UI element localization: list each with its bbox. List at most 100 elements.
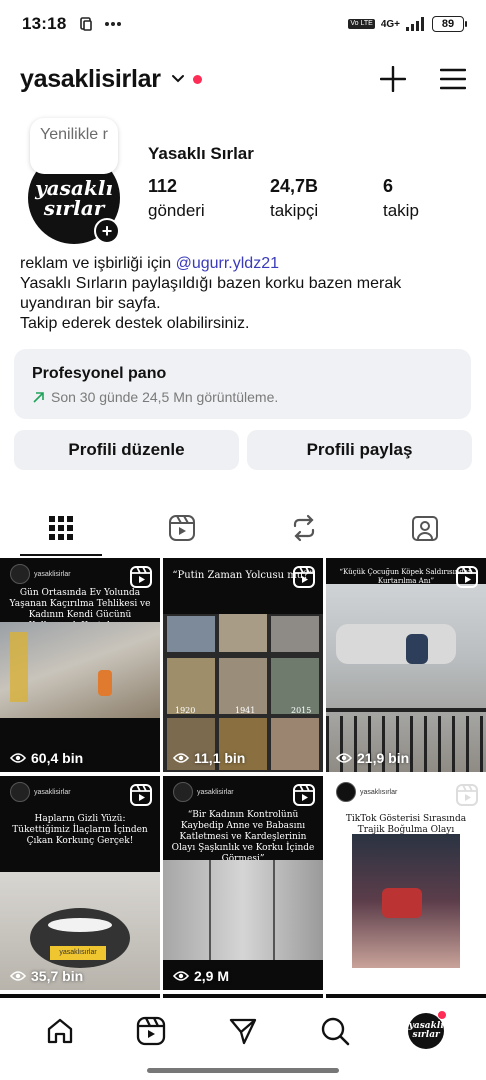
reposts-icon: [293, 514, 314, 542]
notification-dot: [192, 74, 202, 84]
views-count: 35,7 bin: [31, 968, 84, 984]
reels-badge-icon: [456, 784, 478, 806]
menu-icon[interactable]: [440, 68, 466, 90]
avatar-logo-text: sırlar: [43, 196, 105, 220]
avatar-logo-text: sırlar: [412, 1030, 440, 1040]
grid-post[interactable]: “Küçük Çocuğun Köpek Saldırısından Kurta…: [326, 558, 486, 772]
grid-post[interactable]: [326, 994, 486, 998]
post-year-label: 2015: [291, 706, 312, 715]
post-account-name: yasaklısırlar: [360, 788, 398, 796]
views-count: 21,9 bin: [357, 750, 410, 766]
reels-badge-icon: [130, 784, 152, 806]
stat-label: takipçi: [270, 201, 319, 220]
tab-grid[interactable]: [0, 500, 122, 556]
reels-icon: [169, 515, 196, 541]
tab-tagged[interactable]: [365, 500, 486, 556]
nav-profile[interactable]: yasaklı sırlar: [401, 1006, 451, 1056]
post-caption: TikTok Gösterisi Sırasında Trajik Boğulm…: [345, 814, 467, 835]
profile-header: yasaklisirlar: [0, 54, 486, 104]
nav-reels[interactable]: [126, 1006, 176, 1056]
reels-badge-icon: [293, 784, 315, 806]
dashboard-title: Profesyonel pano: [32, 365, 167, 382]
tab-reels[interactable]: [122, 500, 244, 556]
trend-up-icon: [33, 391, 44, 403]
post-account-name: yasaklisirlar: [34, 788, 71, 796]
post-image: 1920 1941 2015: [163, 614, 323, 772]
create-plus-icon[interactable]: [380, 66, 406, 92]
grid-post[interactable]: yasaklisirlar Gün Ortasında Ev Yolunda Y…: [0, 558, 160, 772]
add-story-button[interactable]: +: [94, 218, 120, 244]
professional-dashboard[interactable]: Profesyonel pano Son 30 günde 24,5 Mn gö…: [14, 349, 471, 419]
post-image: [352, 834, 460, 968]
grid-post[interactable]: yasaklısırlar TikTok Gösterisi Sırasında…: [326, 776, 486, 990]
chevron-down-icon[interactable]: [171, 72, 185, 86]
stat-number: 6: [383, 176, 394, 196]
nav-direct[interactable]: [218, 1006, 268, 1056]
grid-post[interactable]: yasaklisirlar “Bir Kadının Kontrolünü Ka…: [163, 776, 323, 990]
reels-badge-icon: [130, 566, 152, 588]
profile-tabs: [0, 500, 486, 556]
bio: reklam ve işbirliği için @ugurr.yldz21 Y…: [20, 254, 470, 334]
signal-icon: [406, 17, 424, 31]
gesture-bar[interactable]: [147, 1068, 339, 1073]
post-account-name: yasaklisirlar: [197, 788, 234, 796]
bio-text: Takip ederek destek olabilirsiniz.: [20, 315, 250, 332]
send-icon: [229, 1018, 257, 1045]
views-count: 60,4 bin: [31, 750, 84, 766]
note-bubble[interactable]: Yenilikle r: [30, 118, 118, 174]
post-caption: Hapların Gizli Yüzü: Tükettiğimiz İlaçla…: [12, 814, 148, 846]
post-account-name: yasaklisirlar: [34, 570, 71, 578]
screenshot-icon: [80, 17, 93, 31]
edit-profile-button[interactable]: Profili düzenle: [14, 430, 239, 470]
views-eye-icon: [10, 971, 26, 981]
status-bar: 13:18 Vo LTE 4G+ 89: [0, 0, 486, 48]
share-profile-button[interactable]: Profili paylaş: [247, 430, 472, 470]
stat-number: 112: [148, 176, 178, 196]
post-year-label: 1941: [235, 706, 256, 715]
nav-search[interactable]: [310, 1006, 360, 1056]
stat-followers[interactable]: 24,7B takipçi: [270, 176, 318, 221]
search-icon: [321, 1017, 349, 1046]
post-watermark: yasaklısırlar: [50, 946, 106, 960]
bio-mention-link[interactable]: @ugurr.yldz21: [176, 255, 279, 272]
tab-reposts[interactable]: [243, 500, 365, 556]
post-account-avatar: [10, 564, 30, 584]
post-account-avatar: [336, 782, 356, 802]
nav-home[interactable]: [35, 1006, 85, 1056]
post-views: 2,9 M: [173, 968, 229, 984]
stat-number: 24,7B: [270, 176, 319, 196]
views-eye-icon: [173, 753, 189, 763]
grid-post[interactable]: yasaklisirlar Hapların Gizli Yüzü: Tüket…: [0, 776, 160, 990]
volte-icon: Vo LTE: [348, 19, 375, 29]
stat-label: gönderi: [148, 201, 205, 220]
more-icon: [105, 22, 122, 26]
post-views: 11,1 bin: [173, 750, 245, 766]
posts-grid: yasaklisirlar Gün Ortasında Ev Yolunda Y…: [0, 558, 486, 998]
post-image: [0, 622, 160, 718]
bio-text: reklam ve işbirliği için: [20, 255, 176, 272]
stat-label: takip: [383, 201, 419, 220]
post-views: 35,7 bin: [10, 968, 83, 984]
views-eye-icon: [10, 753, 26, 763]
username-title[interactable]: yasaklisirlar: [20, 65, 161, 94]
reels-badge-icon: [456, 566, 478, 588]
grid-post[interactable]: “Putin Zaman Yolcusu mu?” 1920 1941 2015…: [163, 558, 323, 772]
notification-dot: [437, 1010, 448, 1020]
views-eye-icon: [336, 753, 352, 763]
grid-post[interactable]: [163, 994, 323, 998]
grid-icon: [48, 516, 73, 540]
post-views: 60,4 bin: [10, 750, 83, 766]
avatar-logo-text: yasaklı: [35, 176, 113, 200]
battery-icon: 89: [432, 16, 467, 32]
stat-posts[interactable]: 112 gönderi: [148, 176, 205, 221]
tagged-icon: [412, 516, 439, 541]
views-eye-icon: [173, 971, 189, 981]
status-time: 13:18: [22, 14, 67, 33]
views-count: 2,9 M: [194, 968, 230, 984]
post-year-label: 1920: [175, 706, 196, 715]
stat-following[interactable]: 6 takip: [383, 176, 419, 221]
post-account-avatar: [10, 782, 30, 802]
views-count: 11,1 bin: [194, 750, 246, 766]
post-image: [326, 584, 486, 772]
grid-post[interactable]: [0, 994, 160, 998]
